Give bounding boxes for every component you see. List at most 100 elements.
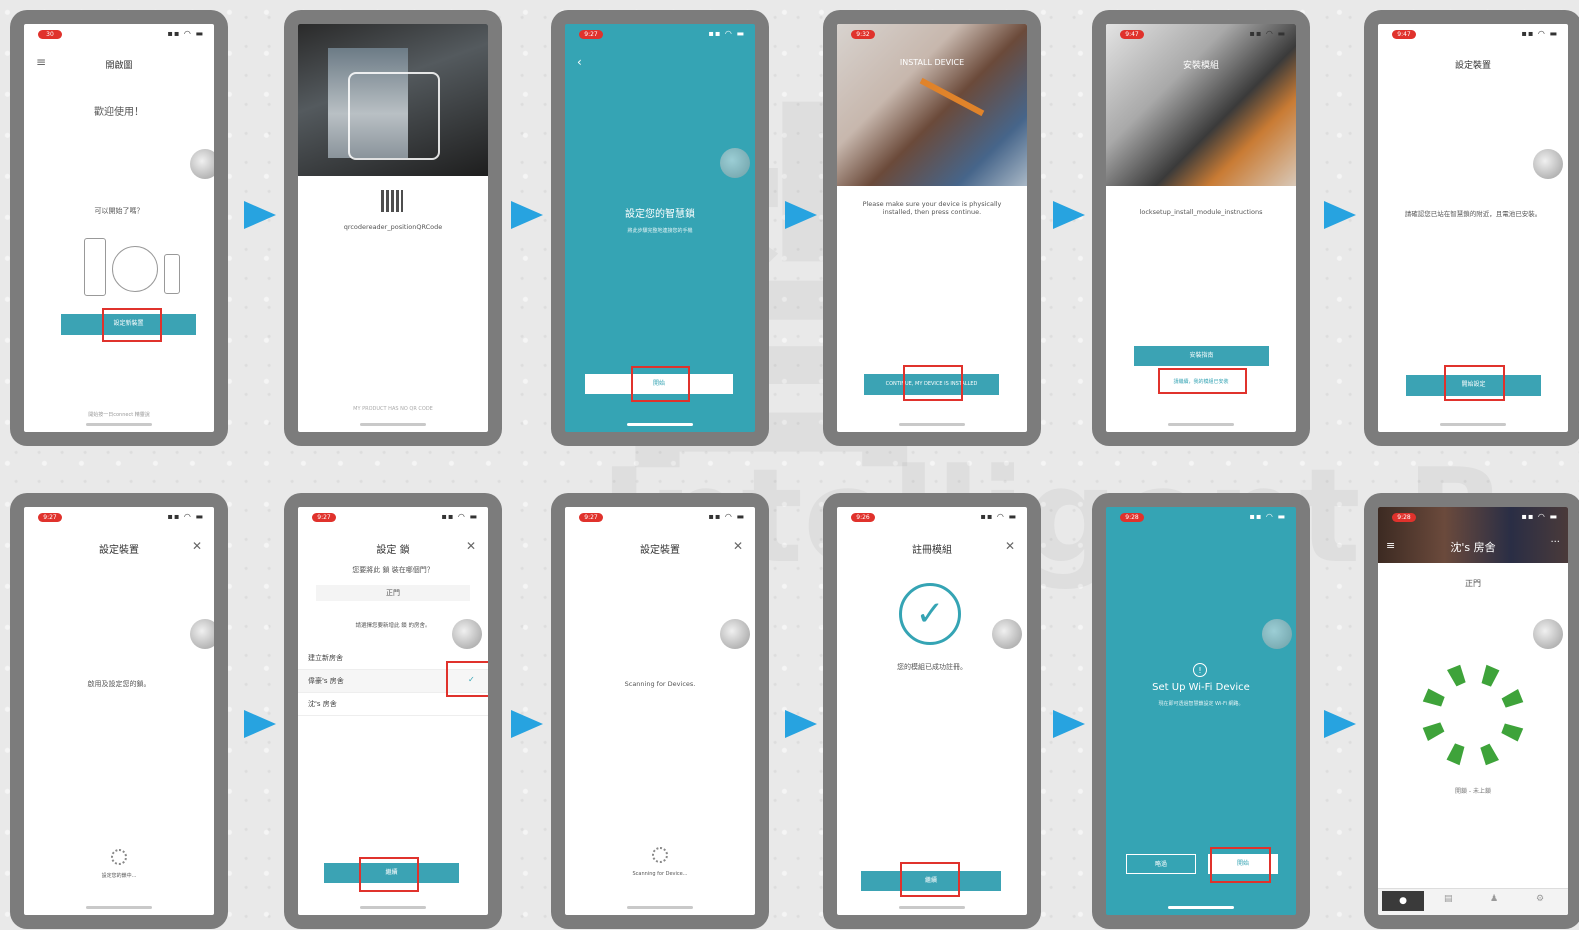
- home-indicator: [1168, 423, 1234, 426]
- status-icons: ▪▪ ◠ ▬: [1521, 29, 1558, 38]
- time-pill: 9:28: [1120, 513, 1144, 522]
- status-text: Scanning for Device...: [632, 871, 688, 877]
- close-icon[interactable]: ✕: [192, 539, 202, 553]
- assistive-touch-icon[interactable]: [992, 619, 1022, 649]
- assistive-touch-icon[interactable]: [720, 148, 750, 178]
- more-options-icon[interactable]: ···: [1550, 537, 1560, 548]
- highlight-box: [446, 661, 488, 697]
- wifi-subtext: 現在即可透過智慧鎖設定 Wi-Fi 網路。: [1158, 701, 1244, 707]
- screen-welcome: 30 ▪▪ ◠ ▬ ≡ 開啟圖 歡迎使用！ 可以開始了嗎？ 設定新裝置 開始按一日…: [24, 24, 214, 432]
- arrow-right-icon: [1324, 201, 1356, 229]
- arrow-right-icon: [785, 710, 817, 738]
- install-guide-button[interactable]: 安裝指南: [1134, 346, 1269, 366]
- phone-step-12: 9:28 ▪▪ ◠ ▬ ≡ 沈's 房舍 ··· 正門 開鎖 - 未上鎖 ● ▤ …: [1364, 493, 1579, 929]
- lock-status-ring-icon[interactable]: [1413, 655, 1533, 775]
- status-bar: 9:27 ▪▪ ◠ ▬: [565, 507, 755, 529]
- background-texture: [0, 0, 1579, 930]
- close-icon[interactable]: ✕: [466, 539, 476, 553]
- status-bar: 9:28 ▪▪ ◠ ▬: [1378, 507, 1568, 529]
- lock-status-text: 開鎖 - 未上鎖: [1455, 788, 1491, 795]
- time-pill: 9:27: [579, 30, 603, 39]
- phone-step-6: 9:47 ▪▪ ◠ ▬ 設定裝置 請確認您已站在智慧鎖的附近，且電池已安裝。 開始…: [1364, 10, 1579, 446]
- phone-step-8: 9:27 ▪▪ ◠ ▬ 設定 鎖 ✕ 您要將此 鎖 裝在哪個門？ 正門 請選擇您要…: [284, 493, 502, 929]
- highlight-box: [1210, 847, 1271, 883]
- home-indicator: [1440, 423, 1506, 426]
- close-icon[interactable]: ✕: [1005, 539, 1015, 553]
- qr-scan-frame: [348, 72, 440, 160]
- phone-step-10: 9:26 ▪▪ ◠ ▬ 註冊模組 ✕ ✓ 您的模組已成功註冊。 繼續: [823, 493, 1041, 929]
- assistive-touch-icon[interactable]: [1262, 619, 1292, 649]
- status-icons: ▪▪ ◠ ▬: [708, 29, 745, 38]
- time-pill: 9:32: [851, 30, 875, 39]
- screen-setup-device-start: 9:47 ▪▪ ◠ ▬ 設定裝置 請確認您已站在智慧鎖的附近，且電池已安裝。 開始…: [1378, 24, 1568, 432]
- home-indicator: [1168, 906, 1234, 909]
- screen-title: 註冊模組: [912, 545, 952, 556]
- arrow-right-icon: [511, 201, 543, 229]
- connect-footer-link[interactable]: 開始按一日connect 精靈說: [34, 410, 204, 420]
- door-question: 您要將此 鎖 裝在哪個門？: [352, 566, 434, 574]
- status-bar: 9:26 ▪▪ ◠ ▬: [837, 507, 1027, 529]
- status-bar: 9:27 ▪▪ ◠ ▬: [24, 507, 214, 529]
- highlight-box: [1158, 368, 1247, 394]
- arrow-right-icon: [1324, 710, 1356, 738]
- close-icon[interactable]: ✕: [733, 539, 743, 553]
- doorbell-device-icon: [84, 238, 106, 296]
- screen-choose-house: 9:27 ▪▪ ◠ ▬ 設定 鎖 ✕ 您要將此 鎖 裝在哪個門？ 正門 請選擇您要…: [298, 507, 488, 915]
- highlight-box: [631, 366, 690, 402]
- scanning-text: Scanning for Devices.: [624, 680, 696, 688]
- home-indicator: [86, 423, 152, 426]
- tab-activity-icon[interactable]: ▤: [1444, 894, 1453, 904]
- arrow-right-icon: [244, 201, 276, 229]
- home-indicator: [86, 906, 152, 909]
- status-icons: ▪▪ ◠ ▬: [1249, 512, 1286, 521]
- status-icons: ▪▪ ◠ ▬: [1249, 29, 1286, 38]
- tab-settings-icon[interactable]: ⚙: [1536, 894, 1544, 904]
- highlight-box: [903, 365, 963, 401]
- time-pill: 9:28: [1392, 513, 1416, 522]
- status-bar: 9:32: [837, 24, 1027, 46]
- highlight-box: [900, 862, 960, 897]
- status-icons: ▪▪ ◠ ▬: [980, 512, 1017, 521]
- screen-title: 設定裝置: [99, 545, 139, 556]
- ready-question: 可以開始了嗎？: [94, 207, 144, 215]
- skip-button[interactable]: 略過: [1126, 854, 1196, 874]
- status-text: 設定您的鎖中...: [101, 873, 137, 879]
- back-arrow-icon[interactable]: ‹: [577, 55, 582, 69]
- home-indicator: [360, 423, 426, 426]
- door-name-field[interactable]: 正門: [316, 585, 470, 601]
- assistive-touch-icon[interactable]: [190, 619, 214, 649]
- home-indicator: [627, 906, 693, 909]
- highlight-box: [1444, 365, 1505, 401]
- setup-subtext: 將此步驟完整地連接您的手機: [627, 228, 693, 234]
- assistive-touch-icon[interactable]: [1533, 149, 1563, 179]
- qr-position-label: qrcodereader_positionQRCode: [343, 223, 443, 231]
- loading-spinner-icon: [652, 847, 668, 863]
- proximity-instructions: 請確認您已站在智慧鎖的附近，且電池已安裝。: [1404, 210, 1542, 218]
- status-bar: 9:27 ▪▪ ◠ ▬: [298, 507, 488, 529]
- status-bar: 9:47 ▪▪ ◠ ▬: [1106, 24, 1296, 46]
- tab-home-active[interactable]: ●: [1382, 891, 1424, 911]
- assistive-touch-icon[interactable]: [190, 149, 214, 179]
- screen-title: 設定裝置: [1454, 61, 1491, 71]
- arrow-right-icon: [785, 201, 817, 229]
- no-qr-code-link[interactable]: MY PRODUCT HAS NO QR CODE: [308, 404, 478, 414]
- home-indicator: [360, 906, 426, 909]
- status-icons: ▪▪ ◠ ▬: [167, 512, 204, 521]
- assistive-touch-icon[interactable]: [720, 619, 750, 649]
- assistive-touch-icon[interactable]: [452, 619, 482, 649]
- welcome-text: 歡迎使用！: [94, 107, 144, 118]
- status-bar: 9:27 ▪▪ ◠ ▬: [565, 24, 755, 46]
- phone-step-3: 9:27 ▪▪ ◠ ▬ ‹ 設定您的智慧鎖 將此步驟完整地連接您的手機 開始: [551, 10, 769, 446]
- tab-users-icon[interactable]: ♟: [1490, 894, 1498, 904]
- time-pill: 9:27: [579, 513, 603, 522]
- highlight-box: [359, 857, 419, 892]
- screen-enable-lock: 9:27 ▪▪ ◠ ▬ 設定裝置 ✕ 啟用及設定您的鎖。 設定您的鎖中...: [24, 507, 214, 915]
- screen-qr-scan: qrcodereader_positionQRCode MY PRODUCT H…: [298, 24, 488, 432]
- assistive-touch-icon[interactable]: [1533, 619, 1563, 649]
- arrow-right-icon: [511, 710, 543, 738]
- screen-title: 設定裝置: [640, 545, 680, 556]
- install-instructions: Please make sure your device is physical…: [862, 200, 1002, 216]
- module-instructions: locksetup_install_module_instructions: [1139, 208, 1263, 216]
- status-icons: ▪▪ ◠ ▬: [1521, 512, 1558, 521]
- house-title: 沈's 房舍: [1450, 541, 1496, 554]
